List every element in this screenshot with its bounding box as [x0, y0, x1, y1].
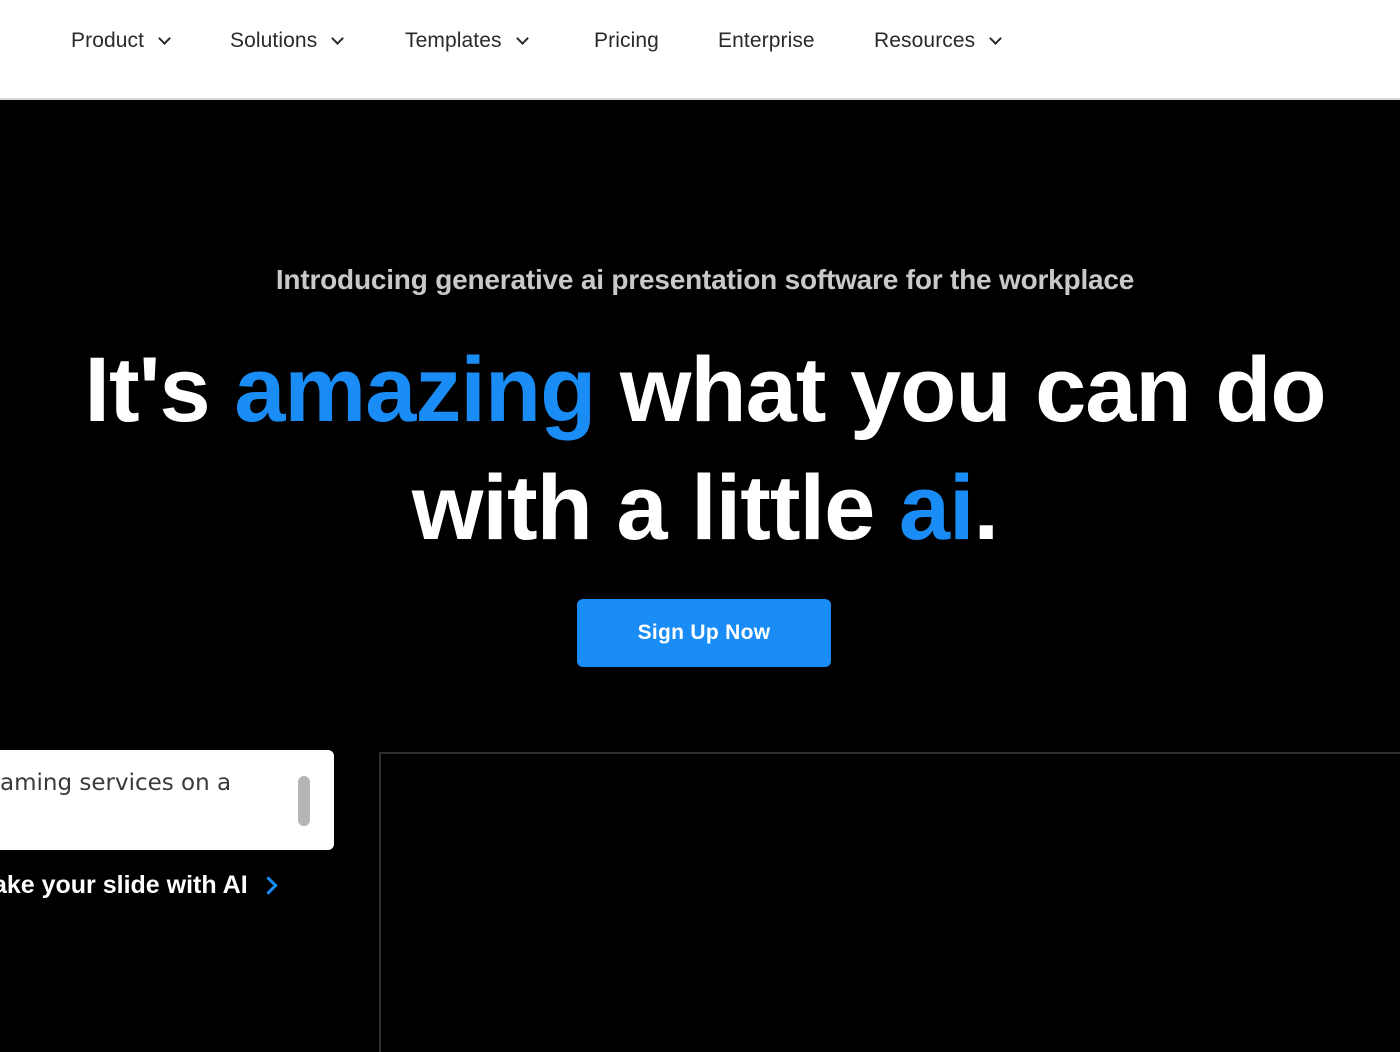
nav-product[interactable]: Product — [71, 27, 171, 55]
nav-templates-label: Templates — [405, 29, 502, 52]
prompt-scrollbar[interactable] — [298, 776, 310, 826]
nav-templates[interactable]: Templates — [405, 27, 529, 55]
headline-period: . — [973, 457, 1000, 559]
ai-prompt-value[interactable]: aming services on a — [0, 770, 280, 796]
nav-pricing-label: Pricing — [594, 29, 659, 52]
chevron-right-icon — [258, 875, 278, 895]
hero-headline-line1: It's amazing what you can do — [0, 344, 1400, 436]
chevron-down-icon — [158, 32, 171, 45]
headline-text: what you can do — [619, 339, 1327, 441]
nav-solutions-label: Solutions — [230, 29, 318, 52]
nav-resources[interactable]: Resources — [874, 27, 1003, 55]
ai-prompt-input[interactable]: aming services on a — [0, 750, 334, 850]
headline-accent-ai: ai — [898, 457, 975, 559]
headline-text: It's — [84, 339, 210, 441]
nav-pricing[interactable]: Pricing — [594, 27, 659, 55]
headline-accent-amazing: amazing — [234, 339, 596, 441]
sign-up-button[interactable]: Sign Up Now — [577, 599, 831, 667]
nav-enterprise-label: Enterprise — [718, 29, 815, 52]
chevron-down-icon — [989, 32, 1003, 45]
headline-text: with a little — [411, 457, 875, 559]
make-slide-label: lake your slide with AI — [0, 870, 248, 899]
make-slide-with-ai-button[interactable]: lake your slide with AI — [0, 867, 278, 903]
nav-resources-label: Resources — [874, 29, 976, 52]
nav-product-label: Product — [71, 29, 145, 52]
hero-intro: Introducing generative ai presentation s… — [275, 264, 1135, 295]
chevron-down-icon — [331, 32, 345, 45]
slide-preview-panel — [379, 752, 1400, 1052]
hero-headline-line2: with a little ai. — [0, 462, 1400, 554]
chevron-down-icon — [515, 32, 529, 45]
hero-section: Introducing generative ai presentation s… — [0, 102, 1400, 1052]
nav-enterprise[interactable]: Enterprise — [718, 27, 815, 55]
nav-solutions[interactable]: Solutions — [230, 27, 345, 55]
top-navigation: Product Solutions Templates Pricing Ente… — [0, 0, 1400, 100]
